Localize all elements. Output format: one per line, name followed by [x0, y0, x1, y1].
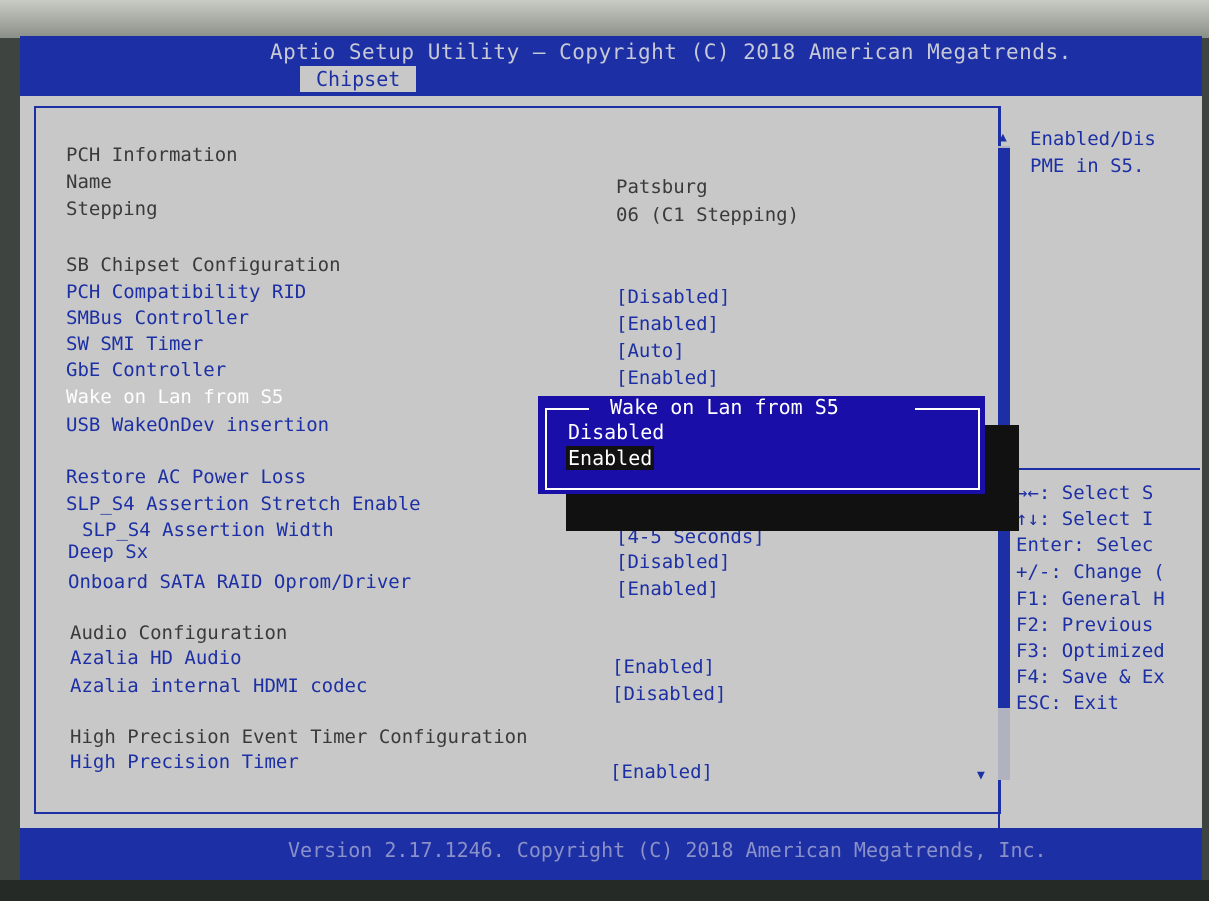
- stepping-value: 06 (C1 Stepping): [616, 204, 800, 226]
- bios-screen: Aptio Setup Utility – Copyright (C) 2018…: [20, 36, 1202, 880]
- monitor-bezel-bottom: [0, 880, 1209, 901]
- azalia-internal-hdmi-codec-value[interactable]: [Disabled]: [612, 683, 726, 705]
- pch-compatibility-rid-option[interactable]: PCH Compatibility RID: [66, 281, 306, 303]
- popup-title: Wake on Lan from S5: [610, 395, 839, 419]
- onboard-sata-raid-value[interactable]: [Enabled]: [616, 578, 719, 600]
- audio-configuration-heading: Audio Configuration: [70, 622, 288, 644]
- tab-chipset[interactable]: Chipset: [300, 66, 417, 92]
- popup-option-enabled[interactable]: Enabled: [566, 446, 655, 470]
- key-hint-f1: F1: General H: [1016, 588, 1165, 610]
- name-label: Name: [66, 171, 112, 193]
- pch-compatibility-rid-value[interactable]: [Disabled]: [616, 286, 730, 308]
- slp-s4-assertion-stretch-enable-option[interactable]: SLP_S4 Assertion Stretch Enable: [66, 493, 421, 515]
- pch-information-heading: PCH Information: [66, 144, 238, 166]
- help-description-line1: Enabled/Dis: [1030, 128, 1156, 150]
- scroll-up-arrow-icon[interactable]: ▲: [999, 130, 1007, 145]
- gbe-controller-option[interactable]: GbE Controller: [66, 359, 226, 381]
- help-panel-divider: [1000, 468, 1200, 470]
- popup-frame-top-left: [545, 408, 589, 410]
- key-hint-f4: F4: Save & Ex: [1016, 666, 1165, 688]
- name-value: Patsburg: [616, 176, 708, 198]
- high-precision-timer-option[interactable]: High Precision Timer: [70, 751, 299, 773]
- setup-utility-title: Aptio Setup Utility – Copyright (C) 2018…: [270, 40, 1072, 64]
- key-hint-change: +/-: Change (: [1016, 561, 1165, 583]
- azalia-internal-hdmi-codec-option[interactable]: Azalia internal HDMI codec: [70, 675, 367, 697]
- deep-sx-option[interactable]: Deep Sx: [68, 541, 148, 563]
- popup-option-disabled[interactable]: Disabled: [568, 420, 664, 444]
- high-precision-timer-value[interactable]: [Enabled]: [610, 761, 713, 783]
- slp-s4-assertion-width-option[interactable]: SLP_S4 Assertion Width: [82, 519, 334, 541]
- scroll-down-arrow-icon[interactable]: ▼: [977, 768, 985, 783]
- sw-smi-timer-value[interactable]: [Auto]: [616, 340, 685, 362]
- popup-frame-top-right: [915, 408, 978, 410]
- onboard-sata-raid-option[interactable]: Onboard SATA RAID Oprom/Driver: [68, 571, 411, 593]
- key-hint-f2: F2: Previous: [1016, 614, 1154, 636]
- usb-wakeondev-insertion-option[interactable]: USB WakeOnDev insertion: [66, 414, 329, 436]
- hpet-configuration-heading: High Precision Event Timer Configuration: [70, 726, 528, 748]
- stepping-label: Stepping: [66, 198, 158, 220]
- monitor-bezel-top: [0, 0, 1209, 38]
- wake-on-lan-from-s5-option[interactable]: Wake on Lan from S5: [66, 386, 283, 408]
- key-hint-select-screen: →←: Select S: [1016, 482, 1154, 504]
- smbus-controller-value[interactable]: [Enabled]: [616, 313, 719, 335]
- sw-smi-timer-option[interactable]: SW SMI Timer: [66, 333, 203, 355]
- key-hint-enter: Enter: Selec: [1016, 534, 1154, 556]
- help-panel: [998, 106, 1200, 828]
- smbus-controller-option[interactable]: SMBus Controller: [66, 307, 249, 329]
- gbe-controller-value[interactable]: [Enabled]: [616, 367, 719, 389]
- restore-ac-power-loss-option[interactable]: Restore AC Power Loss: [66, 466, 306, 488]
- azalia-hd-audio-option[interactable]: Azalia HD Audio: [70, 647, 242, 669]
- deep-sx-value[interactable]: [Disabled]: [616, 551, 730, 573]
- key-hint-esc: ESC: Exit: [1016, 692, 1119, 714]
- help-description-line2: PME in S5.: [1030, 155, 1145, 177]
- key-hint-select-item: ↑↓: Select I: [1016, 508, 1154, 530]
- azalia-hd-audio-value[interactable]: [Enabled]: [612, 656, 715, 678]
- version-footer: Version 2.17.1246. Copyright (C) 2018 Am…: [288, 838, 1047, 862]
- sb-chipset-configuration-heading: SB Chipset Configuration: [66, 254, 341, 276]
- key-hint-f3: F3: Optimized: [1016, 640, 1165, 662]
